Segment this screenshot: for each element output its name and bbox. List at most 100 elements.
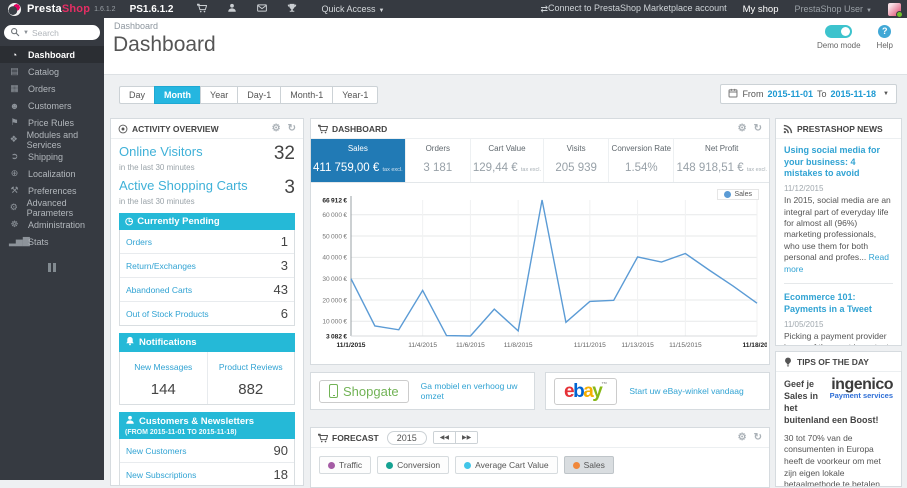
kpi-orders[interactable]: Orders 3 181 xyxy=(406,139,471,182)
sidebar-search[interactable]: ▼ xyxy=(4,25,100,40)
next-year-button[interactable]: ▶▶ xyxy=(456,432,478,443)
shop-name[interactable]: PS1.6.1.2 xyxy=(130,4,174,15)
news-article-title[interactable]: Using social media for your business: 4 … xyxy=(784,145,893,180)
sidebar-item-shipping[interactable]: ➲ Shipping xyxy=(0,148,104,165)
toggle-average-cart-value[interactable]: Average Cart Value xyxy=(455,456,558,474)
messages-icon[interactable] xyxy=(257,0,267,18)
chart-legend[interactable]: Sales xyxy=(717,189,759,200)
dashboard-icon: ◔ xyxy=(11,49,18,60)
sidebar-item-catalog[interactable]: ▤ Catalog xyxy=(0,63,104,80)
breadcrumb[interactable]: Dashboard xyxy=(114,21,158,31)
ebay-ad-link[interactable]: Start uw eBay-winkel vandaag xyxy=(629,386,743,396)
svg-text:40 000 €: 40 000 € xyxy=(322,255,347,262)
customers-icon[interactable] xyxy=(227,0,237,18)
svg-text:11/6/2015: 11/6/2015 xyxy=(456,342,485,349)
cart-icon[interactable] xyxy=(197,0,207,18)
sidebar-item-dashboard[interactable]: ◔ Dashboard xyxy=(0,46,104,63)
pending-orders-row[interactable]: Orders 1 xyxy=(120,230,294,254)
sidebar-item-price-rules[interactable]: ⚑ Price Rules xyxy=(0,114,104,131)
range-month-1-button[interactable]: Month-1 xyxy=(280,86,334,104)
trophy-icon[interactable] xyxy=(287,0,297,18)
date-range-picker[interactable]: From 2015-11-01 To 2015-11-18 ▼ xyxy=(720,84,897,104)
refresh-icon[interactable]: ↻ xyxy=(754,123,762,134)
gear-icon[interactable]: ⚙ xyxy=(738,432,747,443)
search-scope-caret-icon[interactable]: ▼ xyxy=(23,30,29,36)
version-label: 1.6.1.2 xyxy=(94,5,116,13)
prestashop-news-panel: PRESTASHOP NEWS Using social media for y… xyxy=(775,118,902,346)
average-cart-value-dot-icon xyxy=(464,461,472,469)
lightbulb-icon xyxy=(783,357,793,367)
toggle-on-icon[interactable] xyxy=(825,25,853,38)
sidebar-item-preferences[interactable]: ⚒ Preferences xyxy=(0,182,104,199)
online-visitors-row[interactable]: Online Visitors 32 xyxy=(119,144,295,163)
help-button[interactable]: ? Help xyxy=(877,25,893,50)
demo-mode-toggle[interactable]: Demo mode xyxy=(817,25,861,50)
out-of-stock-row[interactable]: Out of Stock Products 6 xyxy=(120,302,294,325)
abandoned-carts-row[interactable]: Abandoned Carts 43 xyxy=(120,278,294,302)
active-carts-row[interactable]: Active Shopping Carts 3 xyxy=(119,178,295,197)
sidebar-item-administration[interactable]: ☸ Administration xyxy=(0,216,104,233)
svg-text:3 082 €: 3 082 € xyxy=(326,333,347,340)
gear-icon[interactable]: ⚙ xyxy=(272,123,281,134)
svg-text:11/8/2015: 11/8/2015 xyxy=(504,342,533,349)
toggle-sales[interactable]: Sales xyxy=(563,456,614,474)
connect-icon: ⇄ xyxy=(540,3,548,14)
traffic-dot-icon xyxy=(328,461,335,469)
sidebar-item-customers[interactable]: ☻ Customers xyxy=(0,97,104,114)
new-messages-cell[interactable]: New Messages 144 xyxy=(120,352,208,404)
date-range-buttons: Day Month Year Day-1 Month-1 Year-1 xyxy=(119,86,379,104)
sidebar-nav: ◔ Dashboard ▤ Catalog ▦ Orders ☻ Customers ⚑… xyxy=(0,46,104,250)
kpi-sales[interactable]: Sales 411 759,00 € tax excl. xyxy=(311,139,406,182)
refresh-icon[interactable]: ↻ xyxy=(754,432,762,443)
marketplace-link[interactable]: ⇄ Connect to PrestaShop Marketplace acco… xyxy=(540,3,726,14)
svg-text:11/13/2015: 11/13/2015 xyxy=(621,342,654,349)
page-header: Dashboard Dashboard Demo mode ? Help xyxy=(104,18,907,75)
ebay-ad[interactable]: ebay™ Start uw eBay-winkel vandaag xyxy=(545,372,770,410)
product-reviews-cell[interactable]: Product Reviews 882 xyxy=(208,352,295,404)
toggle-traffic[interactable]: Traffic xyxy=(319,456,372,474)
range-year-button[interactable]: Year xyxy=(200,86,239,104)
date-to-value: 2015-11-18 xyxy=(830,89,877,99)
forecast-year[interactable]: 2015 xyxy=(386,430,427,445)
sidebar-item-orders[interactable]: ▦ Orders xyxy=(0,80,104,97)
kpi-cart-value[interactable]: Cart Value 129,44 € tax excl. xyxy=(471,139,545,182)
sidebar-collapse-button[interactable] xyxy=(0,263,104,272)
kpi-visits[interactable]: Visits 205 939 xyxy=(544,139,610,182)
user-menu[interactable]: PrestaShop User ▼ xyxy=(795,4,873,14)
news-article-title[interactable]: Ecommerce 101: Payments in a Tweet xyxy=(784,292,893,315)
conversion-dot-icon xyxy=(386,461,394,469)
kpi-conversion-rate[interactable]: Conversion Rate 1.54% xyxy=(609,139,675,182)
range-month-button[interactable]: Month xyxy=(154,86,202,104)
shopgate-ad[interactable]: Shopgate Ga mobiel en verhoog uw omzet xyxy=(310,372,535,410)
search-input[interactable] xyxy=(31,27,84,38)
kpi-net-profit[interactable]: Net Profit 148 918,51 € tax excl. xyxy=(674,139,769,182)
range-day-button[interactable]: Day xyxy=(119,86,156,104)
refresh-icon[interactable]: ↻ xyxy=(288,123,296,134)
sidebar-item-localization[interactable]: ⊕ Localization xyxy=(0,165,104,182)
phone-icon xyxy=(329,384,338,398)
sidebar-item-modules[interactable]: ❖ Modules and Services xyxy=(0,130,104,150)
pending-returns-row[interactable]: Return/Exchanges 3 xyxy=(120,254,294,278)
quick-access-menu[interactable]: Quick Access ▼ xyxy=(321,4,384,14)
my-shop-link[interactable]: My shop xyxy=(743,4,779,15)
new-customers-row[interactable]: New Customers 90 xyxy=(120,439,294,463)
svg-text:20 000 €: 20 000 € xyxy=(322,297,347,304)
dashboard-panel: DASHBOARD ⚙ ↻ Sales 411 759,00 € tax excl.… xyxy=(310,118,772,365)
clock-icon: ◷ xyxy=(125,216,134,227)
panel-title: FORECAST xyxy=(332,432,379,443)
gear-icon[interactable]: ⚙ xyxy=(738,123,747,134)
svg-text:11/18/201: 11/18/201 xyxy=(743,342,767,349)
previous-year-button[interactable]: ◀◀ xyxy=(433,432,457,443)
toggle-conversion[interactable]: Conversion xyxy=(377,456,450,474)
sidebar-item-stats[interactable]: ▂▅▇ Stats xyxy=(0,233,104,250)
chevron-down-icon: ▼ xyxy=(883,91,889,97)
range-day-1-button[interactable]: Day-1 xyxy=(237,86,282,104)
cart-icon xyxy=(318,124,328,134)
shopgate-ad-link[interactable]: Ga mobiel en verhoog uw omzet xyxy=(421,381,526,401)
sidebar-item-advanced-parameters[interactable]: ⚙ Advanced Parameters xyxy=(0,198,104,218)
svg-text:50 000 €: 50 000 € xyxy=(322,233,347,240)
avatar[interactable] xyxy=(888,2,903,18)
new-subscriptions-row[interactable]: New Subscriptions 18 xyxy=(120,463,294,485)
sales-dot-icon xyxy=(572,461,580,469)
range-year-1-button[interactable]: Year-1 xyxy=(332,86,379,104)
